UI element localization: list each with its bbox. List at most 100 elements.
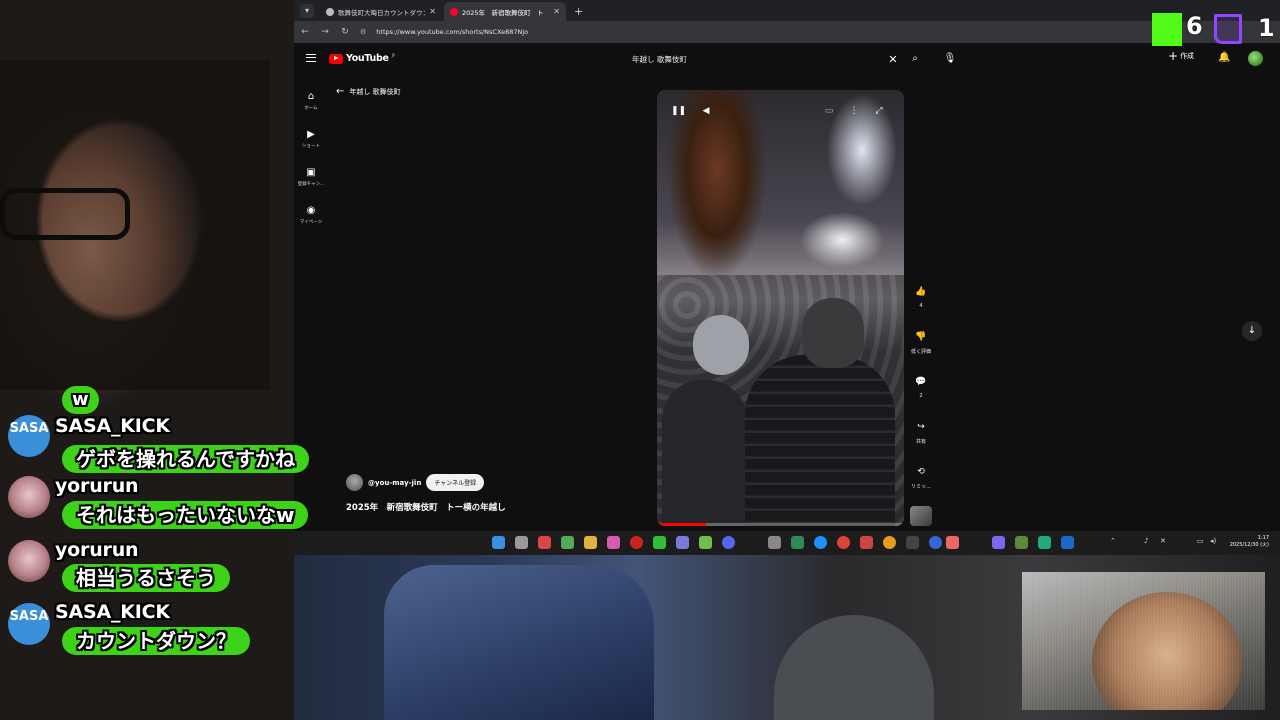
record-icon[interactable] [630,536,643,549]
subscribe-button[interactable]: チャンネル登録 [426,474,485,491]
app-icon[interactable] [768,536,781,549]
notifications-bell-icon[interactable]: 🔔 [1218,52,1230,63]
tab-close-icon[interactable]: ✕ [553,7,560,16]
youtube-logo[interactable]: YouTube JP [329,53,395,64]
youtube-favicon-icon [450,7,458,16]
channel-avatar[interactable] [346,474,363,491]
start-icon[interactable] [492,536,505,549]
comment-button[interactable]: 💬 2 [906,373,936,418]
twitch-logo-icon [1214,14,1242,44]
app-icon[interactable] [538,536,551,549]
new-tab-button[interactable]: + [568,5,589,21]
search-input[interactable]: 年越し 歌舞伎町 [622,54,884,65]
twitch-viewer-count: 1 [1258,14,1275,42]
chat-avatar [8,540,50,582]
display-tray-icon[interactable]: ▭ [1197,537,1204,545]
clear-search-icon[interactable]: ✕ [884,53,902,66]
account-avatar[interactable] [1248,51,1263,66]
sound-thumbnail[interactable] [910,506,932,526]
dislike-button[interactable]: 👎 低く評価 [906,328,936,373]
windows-taskbar: ⌃ ♪ ✕ ▭ ◂) 1:17 2025/12/30 (火) [294,531,1280,555]
clock-time: 1:17 [1257,535,1269,541]
app-icon[interactable] [1015,536,1028,549]
search-icon[interactable]: ⌕ [906,50,924,68]
browser-window: ▾ 歌舞伎町大晦日カウントダウン( ✕ 2025年 新宿歌舞伎町 ト ✕ + ←… [294,0,1280,531]
chat-username: SASA_KICK [55,415,170,437]
remix-button[interactable]: ⟲ リミッ... [906,463,936,508]
taskbar-clock[interactable]: 1:17 2025/12/30 (火) [1225,535,1269,549]
edge-icon[interactable] [814,536,827,549]
tab-search-icon[interactable]: ▾ [300,4,314,18]
nav-label: ホーム [304,106,318,111]
fullscreen-icon[interactable]: ⤢ [872,104,886,118]
tab-countdown[interactable]: 歌舞伎町大晦日カウントダウン( ✕ [320,2,442,21]
tray-chevron-icon[interactable]: ⌃ [1110,537,1116,545]
app-icon[interactable] [929,536,942,549]
app-icon[interactable] [946,536,959,549]
chrome-icon[interactable] [837,536,850,549]
short-title: 2025年 新宿歌舞伎町 トー横の年越し [346,503,506,513]
nav-label: 登録チャン... [297,182,325,187]
app-icon[interactable] [883,536,896,549]
back-arrow-icon[interactable]: ← [300,27,310,37]
app-icon[interactable] [607,536,620,549]
kick-viewer-count: 6 [1186,12,1203,40]
app-icon[interactable] [1038,536,1051,549]
channel-row: @you-may-jin チャンネル登録 [346,474,485,491]
forward-arrow-icon[interactable]: → [320,27,330,37]
nav-mypage[interactable]: ◉ マイページ [294,196,328,234]
file-explorer-icon[interactable] [584,536,597,549]
captions-icon[interactable]: ▭ [822,104,836,118]
xbox-icon[interactable] [791,536,804,549]
mic-tray-icon[interactable]: ♪ [1144,537,1148,545]
video-person [802,298,864,368]
more-options-icon[interactable]: ⋮ [847,104,861,118]
video-person [693,315,749,375]
volume-tray-icon[interactable]: ◂) [1210,537,1216,545]
volume-icon[interactable]: ◀ [699,104,713,118]
app-icon[interactable] [992,536,1005,549]
reload-icon[interactable]: ↻ [340,27,350,37]
tab-close-icon[interactable]: ✕ [429,7,436,16]
plus-icon: + [1168,49,1179,63]
search-box[interactable]: 年越し 歌舞伎町 ✕ [622,49,902,69]
chat-avatar: SASA [8,603,50,645]
site-info-icon[interactable]: ⚙ [360,28,366,36]
like-button[interactable]: 👍 4 [906,283,936,328]
video-noise [1022,572,1265,710]
mic-icon[interactable]: 🎙 [941,50,959,68]
side-nav: ⌂ ホーム ▶ ショート ▣ 登録チャン... ◉ マイページ [294,82,328,234]
url-field[interactable]: https://www.youtube.com/shorts/NsCXe887N… [376,28,528,36]
hamburger-menu-icon[interactable] [306,54,316,62]
discord-icon[interactable] [722,536,735,549]
app-icon[interactable] [906,536,919,549]
task-view-icon[interactable] [515,536,528,549]
tab-title: 歌舞伎町大晦日カウントダウン( [338,8,426,17]
video-person [745,355,895,526]
app-icon[interactable] [860,536,873,549]
line-icon[interactable] [653,536,666,549]
app-icon[interactable] [561,536,574,549]
tab-youtube-short[interactable]: 2025年 新宿歌舞伎町 ト ✕ [444,2,566,21]
chat-message: SASA SASA_KICK ゲボを操れるんですかね [0,412,330,476]
close-tray-icon[interactable]: ✕ [1160,537,1166,545]
chat-bubble: 相当うるさそう [62,564,230,592]
nav-home[interactable]: ⌂ ホーム [294,82,328,120]
next-short-icon[interactable]: ↓ [1242,321,1262,341]
share-button[interactable]: ↪ 共有 [906,418,936,463]
app-icon[interactable] [699,536,712,549]
app-icon[interactable] [676,536,689,549]
guest-webcam [1022,572,1265,710]
create-button[interactable]: + 作成 [1168,49,1194,63]
channel-name[interactable]: @you-may-jin [368,479,421,487]
pause-icon[interactable]: ❚❚ [671,104,686,118]
chat-bubble: ゲボを操れるんですかね [62,445,309,473]
video-progress[interactable] [657,523,904,526]
jacket-sleeve [384,565,654,720]
short-video-player[interactable]: ❚❚ ◀ ▭ ⋮ ⤢ [657,90,904,526]
nav-subscriptions[interactable]: ▣ 登録チャン... [294,158,328,196]
nav-shorts[interactable]: ▶ ショート [294,120,328,158]
steam-icon[interactable] [1061,536,1074,549]
comment-count: 2 [919,393,923,399]
back-to-search[interactable]: ← 年越し 歌舞伎町 [336,86,401,97]
